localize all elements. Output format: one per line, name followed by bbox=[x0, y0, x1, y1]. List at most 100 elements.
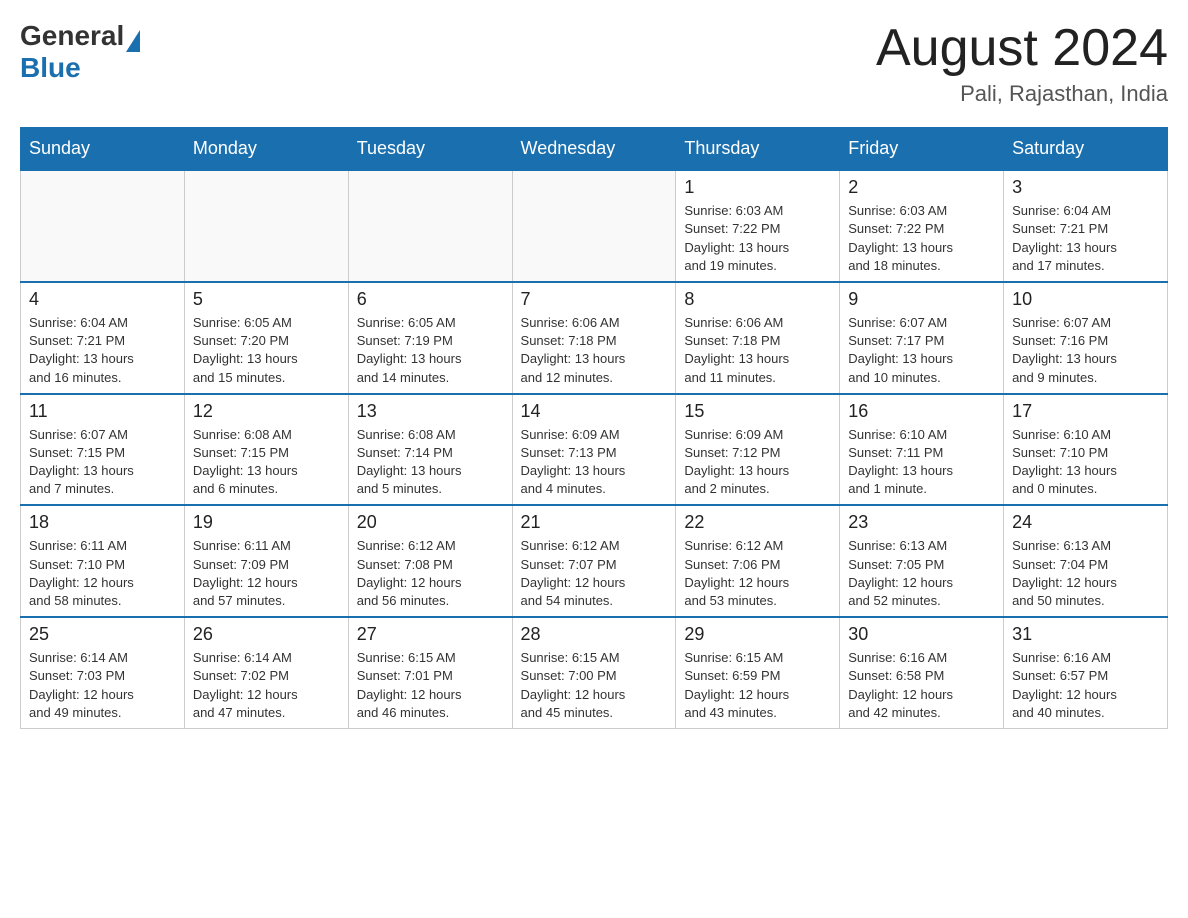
month-title: August 2024 bbox=[876, 20, 1168, 77]
calendar-cell: 14 Sunrise: 6:09 AMSunset: 7:13 PMDayligh… bbox=[512, 394, 676, 506]
day-info: Sunrise: 6:12 AMSunset: 7:07 PMDaylight:… bbox=[521, 537, 668, 610]
day-info: Sunrise: 6:15 AMSunset: 7:01 PMDaylight:… bbox=[357, 649, 504, 722]
calendar-cell: 7 Sunrise: 6:06 AMSunset: 7:18 PMDaylight… bbox=[512, 282, 676, 394]
calendar-cell: 2Sunrise: 6:03 AMSunset: 7:22 PMDaylight… bbox=[840, 170, 1004, 282]
day-number: 5 bbox=[193, 289, 340, 310]
day-number: 27 bbox=[357, 624, 504, 645]
week-row-4: 18 Sunrise: 6:11 AMSunset: 7:10 PMDayligh… bbox=[21, 505, 1168, 617]
calendar-cell: 25 Sunrise: 6:14 AMSunset: 7:03 PMDayligh… bbox=[21, 617, 185, 728]
calendar-cell: 1 Sunrise: 6:03 AMSunset: 7:22 PMDaylight… bbox=[676, 170, 840, 282]
calendar-cell: 11 Sunrise: 6:07 AMSunset: 7:15 PMDayligh… bbox=[21, 394, 185, 506]
day-number: 24 bbox=[1012, 512, 1159, 533]
day-info: Sunrise: 6:15 AMSunset: 7:00 PMDaylight:… bbox=[521, 649, 668, 722]
calendar-cell: 26Sunrise: 6:14 AMSunset: 7:02 PMDayligh… bbox=[184, 617, 348, 728]
day-number: 15 bbox=[684, 401, 831, 422]
day-info: Sunrise: 6:09 AMSunset: 7:13 PMDaylight:… bbox=[521, 426, 668, 499]
calendar-cell: 22 Sunrise: 6:12 AMSunset: 7:06 PMDayligh… bbox=[676, 505, 840, 617]
day-info: Sunrise: 6:04 AMSunset: 7:21 PMDaylight:… bbox=[1012, 202, 1159, 275]
day-info: Sunrise: 6:06 AMSunset: 7:18 PMDaylight:… bbox=[684, 314, 831, 387]
column-header-saturday: Saturday bbox=[1004, 128, 1168, 171]
calendar-cell: 21 Sunrise: 6:12 AMSunset: 7:07 PMDayligh… bbox=[512, 505, 676, 617]
day-number: 3 bbox=[1012, 177, 1159, 198]
logo-general: General bbox=[20, 20, 124, 52]
day-number: 23 bbox=[848, 512, 995, 533]
day-info: Sunrise: 6:06 AMSunset: 7:18 PMDaylight:… bbox=[521, 314, 668, 387]
calendar-cell: 27 Sunrise: 6:15 AMSunset: 7:01 PMDayligh… bbox=[348, 617, 512, 728]
calendar-cell: 4 Sunrise: 6:04 AMSunset: 7:21 PMDaylight… bbox=[21, 282, 185, 394]
day-info: Sunrise: 6:07 AMSunset: 7:16 PMDaylight:… bbox=[1012, 314, 1159, 387]
column-header-monday: Monday bbox=[184, 128, 348, 171]
logo-triangle-icon bbox=[126, 30, 140, 52]
calendar-cell: 30Sunrise: 6:16 AMSunset: 6:58 PMDayligh… bbox=[840, 617, 1004, 728]
day-info: Sunrise: 6:14 AMSunset: 7:03 PMDaylight:… bbox=[29, 649, 176, 722]
day-info: Sunrise: 6:09 AMSunset: 7:12 PMDaylight:… bbox=[684, 426, 831, 499]
calendar-cell bbox=[348, 170, 512, 282]
day-info: Sunrise: 6:03 AMSunset: 7:22 PMDaylight:… bbox=[684, 202, 831, 275]
day-info: Sunrise: 6:03 AMSunset: 7:22 PMDaylight:… bbox=[848, 202, 995, 275]
day-number: 13 bbox=[357, 401, 504, 422]
column-header-wednesday: Wednesday bbox=[512, 128, 676, 171]
calendar-cell: 23 Sunrise: 6:13 AMSunset: 7:05 PMDayligh… bbox=[840, 505, 1004, 617]
column-header-thursday: Thursday bbox=[676, 128, 840, 171]
day-info: Sunrise: 6:13 AMSunset: 7:04 PMDaylight:… bbox=[1012, 537, 1159, 610]
day-info: Sunrise: 6:12 AMSunset: 7:06 PMDaylight:… bbox=[684, 537, 831, 610]
day-info: Sunrise: 6:13 AMSunset: 7:05 PMDaylight:… bbox=[848, 537, 995, 610]
day-info: Sunrise: 6:15 AMSunset: 6:59 PMDaylight:… bbox=[684, 649, 831, 722]
day-number: 14 bbox=[521, 401, 668, 422]
calendar-cell bbox=[21, 170, 185, 282]
day-number: 22 bbox=[684, 512, 831, 533]
page-header: General Blue August 2024 Pali, Rajasthan… bbox=[20, 20, 1168, 107]
day-number: 9 bbox=[848, 289, 995, 310]
day-number: 20 bbox=[357, 512, 504, 533]
day-number: 8 bbox=[684, 289, 831, 310]
day-number: 4 bbox=[29, 289, 176, 310]
day-number: 19 bbox=[193, 512, 340, 533]
day-number: 7 bbox=[521, 289, 668, 310]
calendar-cell: 10 Sunrise: 6:07 AMSunset: 7:16 PMDayligh… bbox=[1004, 282, 1168, 394]
calendar-cell: 24 Sunrise: 6:13 AMSunset: 7:04 PMDayligh… bbox=[1004, 505, 1168, 617]
calendar-cell: 6Sunrise: 6:05 AMSunset: 7:19 PMDaylight… bbox=[348, 282, 512, 394]
day-info: Sunrise: 6:14 AMSunset: 7:02 PMDaylight:… bbox=[193, 649, 340, 722]
calendar-cell: 15 Sunrise: 6:09 AMSunset: 7:12 PMDayligh… bbox=[676, 394, 840, 506]
day-number: 17 bbox=[1012, 401, 1159, 422]
day-number: 16 bbox=[848, 401, 995, 422]
calendar-cell: 3 Sunrise: 6:04 AMSunset: 7:21 PMDaylight… bbox=[1004, 170, 1168, 282]
day-number: 11 bbox=[29, 401, 176, 422]
day-number: 21 bbox=[521, 512, 668, 533]
day-number: 1 bbox=[684, 177, 831, 198]
calendar-cell: 18 Sunrise: 6:11 AMSunset: 7:10 PMDayligh… bbox=[21, 505, 185, 617]
calendar-cell: 9Sunrise: 6:07 AMSunset: 7:17 PMDaylight… bbox=[840, 282, 1004, 394]
calendar-cell: 8 Sunrise: 6:06 AMSunset: 7:18 PMDaylight… bbox=[676, 282, 840, 394]
column-header-tuesday: Tuesday bbox=[348, 128, 512, 171]
week-row-1: 1 Sunrise: 6:03 AMSunset: 7:22 PMDaylight… bbox=[21, 170, 1168, 282]
logo: General Blue bbox=[20, 20, 140, 84]
calendar-cell: 31Sunrise: 6:16 AMSunset: 6:57 PMDayligh… bbox=[1004, 617, 1168, 728]
day-number: 25 bbox=[29, 624, 176, 645]
calendar-cell bbox=[184, 170, 348, 282]
calendar-cell: 13 Sunrise: 6:08 AMSunset: 7:14 PMDayligh… bbox=[348, 394, 512, 506]
day-number: 10 bbox=[1012, 289, 1159, 310]
day-info: Sunrise: 6:04 AMSunset: 7:21 PMDaylight:… bbox=[29, 314, 176, 387]
day-info: Sunrise: 6:11 AMSunset: 7:10 PMDaylight:… bbox=[29, 537, 176, 610]
day-info: Sunrise: 6:11 AMSunset: 7:09 PMDaylight:… bbox=[193, 537, 340, 610]
day-number: 31 bbox=[1012, 624, 1159, 645]
week-row-5: 25 Sunrise: 6:14 AMSunset: 7:03 PMDayligh… bbox=[21, 617, 1168, 728]
day-info: Sunrise: 6:08 AMSunset: 7:15 PMDaylight:… bbox=[193, 426, 340, 499]
day-number: 6 bbox=[357, 289, 504, 310]
day-number: 18 bbox=[29, 512, 176, 533]
day-info: Sunrise: 6:05 AMSunset: 7:20 PMDaylight:… bbox=[193, 314, 340, 387]
day-number: 29 bbox=[684, 624, 831, 645]
calendar-cell: 28 Sunrise: 6:15 AMSunset: 7:00 PMDayligh… bbox=[512, 617, 676, 728]
day-info: Sunrise: 6:07 AMSunset: 7:15 PMDaylight:… bbox=[29, 426, 176, 499]
day-number: 28 bbox=[521, 624, 668, 645]
column-header-sunday: Sunday bbox=[21, 128, 185, 171]
location-title: Pali, Rajasthan, India bbox=[876, 81, 1168, 107]
day-info: Sunrise: 6:16 AMSunset: 6:58 PMDaylight:… bbox=[848, 649, 995, 722]
calendar-table: SundayMondayTuesdayWednesdayThursdayFrid… bbox=[20, 127, 1168, 729]
day-number: 12 bbox=[193, 401, 340, 422]
logo-blue: Blue bbox=[20, 52, 140, 84]
day-info: Sunrise: 6:08 AMSunset: 7:14 PMDaylight:… bbox=[357, 426, 504, 499]
calendar-cell: 16Sunrise: 6:10 AMSunset: 7:11 PMDayligh… bbox=[840, 394, 1004, 506]
calendar-cell: 19 Sunrise: 6:11 AMSunset: 7:09 PMDayligh… bbox=[184, 505, 348, 617]
calendar-cell: 29 Sunrise: 6:15 AMSunset: 6:59 PMDayligh… bbox=[676, 617, 840, 728]
